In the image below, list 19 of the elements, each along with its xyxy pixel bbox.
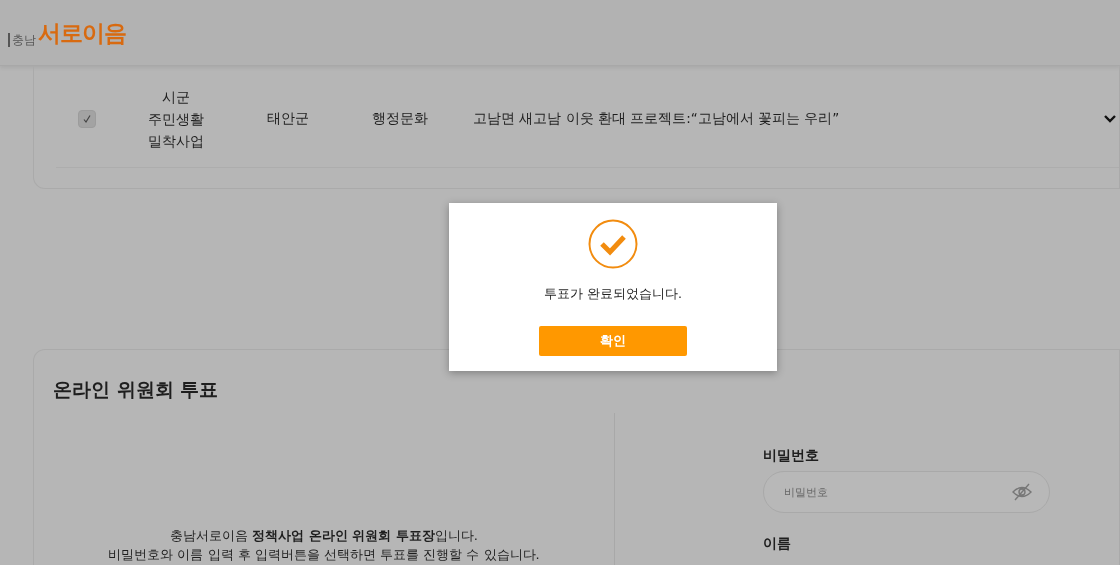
logo-prefix: 충남 [8,32,36,47]
eye-slash-icon[interactable] [1012,483,1032,501]
field-label: 이름 [763,534,792,553]
region-cell-text: 태안군 [266,110,310,128]
dialog-message: 투표가 완료되었습니다. [544,285,682,303]
project-title: 고남면 새고남 이웃 환대 프로젝트:“고남에서 꽃피는 우리” [473,110,841,128]
section-title: 온라인 위원회 투표 [53,377,220,401]
chevron-down-icon[interactable] [1103,114,1117,124]
password-field[interactable]: 비밀번호 [763,471,1050,513]
intro-text: 비밀번호와 이름 입력 후 입력버튼을 선택하면 투표를 진행할 수 있습니다. [108,546,540,564]
check-circle-icon [588,219,638,269]
checkbox[interactable] [78,110,96,128]
field-label: 비밀번호 [763,446,820,465]
intro-text: 충남서로이음 정책사업 온라인 위원회 투표장입니다. [170,527,478,545]
field-cell-text: 행정문화 [371,110,429,128]
confirm-button[interactable]: 확인 [539,326,687,356]
category-cell-text: 시군 주민생활 밀착사업 [147,88,205,151]
check-icon [81,113,93,125]
logo-name[interactable]: 서로이음 [38,18,126,47]
